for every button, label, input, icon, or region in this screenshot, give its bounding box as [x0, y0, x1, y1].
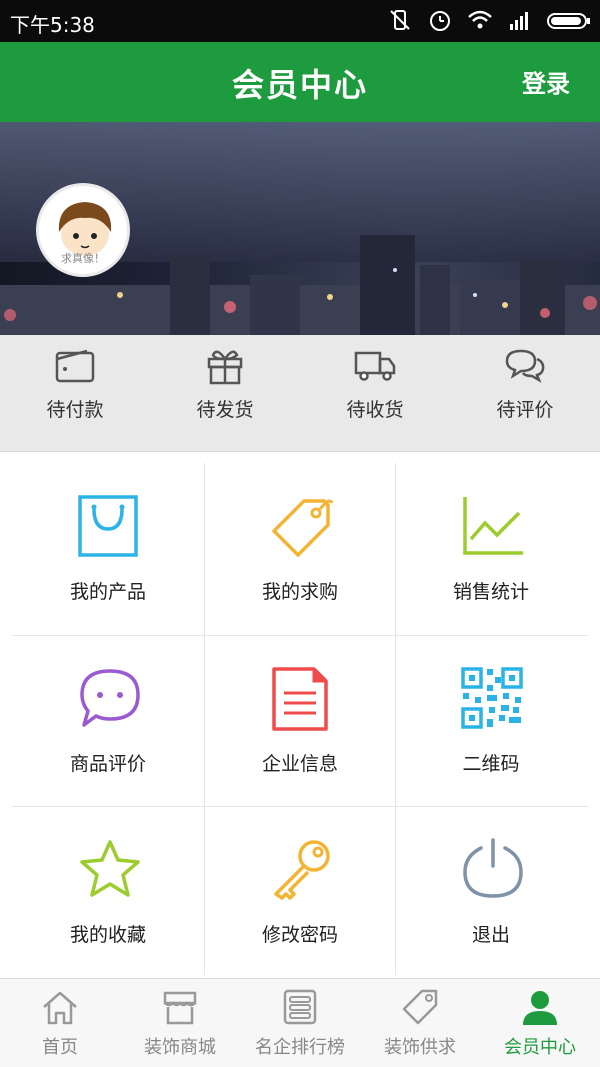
wifi-icon: [466, 6, 494, 34]
power-icon: [463, 838, 523, 898]
gift-icon: [207, 350, 243, 385]
order-pending-review[interactable]: 待评价: [450, 335, 600, 451]
grid-item-logout[interactable]: 退出: [395, 806, 587, 977]
grid-item-label: 企业信息: [261, 753, 338, 775]
grid-item-favorites[interactable]: 我的收藏: [12, 806, 204, 977]
order-label: 待评价: [496, 399, 554, 421]
grid-item-label: 我的收藏: [69, 924, 146, 946]
line-chart-icon: [463, 497, 523, 555]
grid-item-qr-code[interactable]: 二维码: [395, 635, 587, 806]
order-pending-payment[interactable]: 待付款: [0, 335, 150, 451]
grid-item-my-products[interactable]: 我的产品: [12, 463, 204, 634]
vibrate-off-icon: [386, 6, 414, 34]
grid-item-label: 修改密码: [261, 924, 338, 946]
nav-label: 名企排行榜: [255, 1037, 345, 1058]
list-icon: [283, 989, 317, 1025]
grid-item-change-password[interactable]: 修改密码: [204, 806, 396, 977]
feature-grid: 我的产品 我的求购 销售统计 商品评价 企业信息 二维码 我的收藏 修改密码 退…: [12, 463, 588, 975]
speech-bubble-icon: [80, 669, 140, 727]
bottom-nav: 首页 装饰商城 名企排行榜 装饰供求 会员中心: [0, 978, 600, 1067]
nav-mall[interactable]: 装饰商城: [120, 979, 240, 1067]
avatar-caption: 求真像！: [61, 252, 105, 265]
home-icon: [43, 991, 77, 1025]
qr-code-icon: [461, 667, 523, 729]
nav-supply-demand[interactable]: 装饰供求: [360, 979, 480, 1067]
grid-item-label: 我的求购: [261, 581, 338, 603]
nav-label: 首页: [42, 1037, 78, 1058]
status-bar: 下午5:38: [0, 0, 600, 42]
status-time: 下午5:38: [10, 13, 95, 37]
order-label: 待发货: [196, 399, 254, 421]
login-button[interactable]: 登录: [522, 64, 570, 99]
nav-label: 会员中心: [504, 1037, 576, 1058]
grid-item-label: 商品评价: [69, 753, 146, 775]
star-icon: [80, 840, 140, 897]
order-label: 待付款: [46, 399, 104, 421]
grid-item-sales-stats[interactable]: 销售统计: [395, 463, 587, 634]
tag-icon: [402, 989, 438, 1025]
app-bar: 会员中心 登录: [0, 42, 600, 122]
order-status-bar: 待付款 待发货 待收货 待评价: [0, 335, 600, 452]
nav-member-center[interactable]: 会员中心: [480, 979, 600, 1067]
status-icons: [386, 6, 592, 34]
alarm-icon: [426, 6, 454, 34]
page-title: 会员中心: [231, 66, 368, 104]
key-icon: [274, 840, 330, 900]
order-pending-receipt[interactable]: 待收货: [300, 335, 450, 451]
grid-item-company-info[interactable]: 企业信息: [204, 635, 396, 806]
order-label: 待收货: [346, 399, 404, 421]
grid-item-label: 退出: [471, 924, 510, 946]
chat-bubbles-icon: [505, 349, 545, 383]
wallet-icon: [55, 349, 95, 383]
grid-item-label: 销售统计: [452, 581, 529, 603]
truck-icon: [354, 351, 396, 381]
nav-label: 装饰供求: [384, 1037, 456, 1058]
nav-rankings[interactable]: 名企排行榜: [240, 979, 360, 1067]
store-icon: [163, 991, 197, 1025]
avatar[interactable]: 求真像！: [36, 183, 130, 277]
signal-icon: [506, 6, 534, 34]
grid-item-product-reviews[interactable]: 商品评价: [12, 635, 204, 806]
nav-label: 装饰商城: [144, 1037, 216, 1058]
shopping-bag-icon: [78, 495, 138, 557]
document-icon: [272, 667, 328, 731]
grid-item-label: 二维码: [462, 753, 520, 775]
order-pending-shipment[interactable]: 待发货: [150, 335, 300, 451]
battery-icon: [546, 6, 592, 34]
grid-item-label: 我的产品: [69, 581, 146, 603]
user-icon: [523, 991, 557, 1025]
nav-home[interactable]: 首页: [0, 979, 120, 1067]
grid-item-my-purchases[interactable]: 我的求购: [204, 463, 396, 634]
price-tag-icon: [272, 499, 334, 557]
